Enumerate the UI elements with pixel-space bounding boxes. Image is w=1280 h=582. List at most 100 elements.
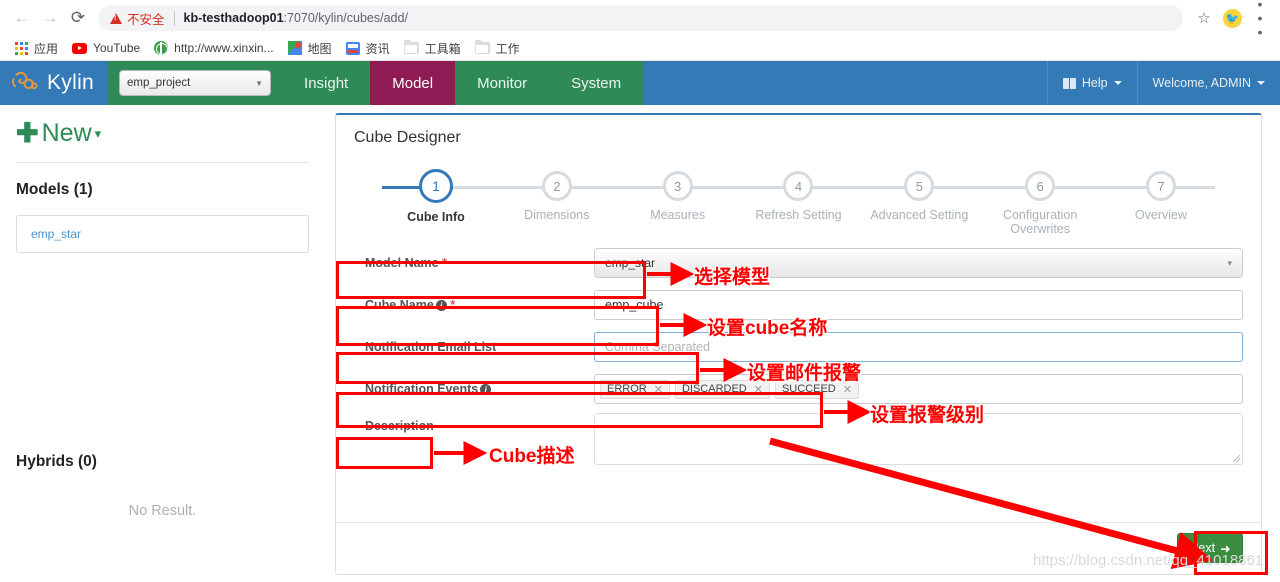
tag-error[interactable]: ERROR ✕ [600, 380, 670, 399]
bookmark-xinxin[interactable]: http://www.xinxin... [149, 39, 282, 57]
step-number: 6 [1025, 171, 1055, 201]
security-warning[interactable]: 不安全 [110, 9, 174, 28]
folder-icon [475, 42, 490, 54]
info-icon[interactable]: i [436, 300, 447, 311]
info-icon[interactable]: i [480, 384, 491, 395]
bookmark-label: http://www.xinxin... [174, 41, 273, 55]
step-cube-info[interactable]: 1 Cube Info [382, 163, 490, 236]
tab-insight[interactable]: Insight [282, 61, 370, 105]
help-label: Help [1082, 76, 1108, 90]
user-label: Welcome, ADMIN [1153, 76, 1251, 90]
bookmark-label: 地图 [308, 40, 332, 57]
navbar-right: Help Welcome, ADMIN [1047, 61, 1280, 105]
close-icon[interactable]: ✕ [754, 383, 763, 396]
description-textarea[interactable] [594, 413, 1243, 465]
brand[interactable]: Kylin [0, 61, 108, 105]
close-icon[interactable]: ✕ [654, 383, 663, 396]
step-label: Measures [624, 208, 732, 222]
tab-monitor[interactable]: Monitor [455, 61, 549, 105]
url-host: kb-testhadoop01 [184, 11, 284, 25]
step-overview[interactable]: 7 Overview [1107, 163, 1215, 236]
back-arrow-icon[interactable]: ← [8, 4, 36, 32]
help-menu[interactable]: Help [1047, 61, 1137, 105]
extension-icon[interactable]: 🐦 [1223, 9, 1242, 28]
no-result-text: No Result. [0, 503, 325, 519]
field-description: Description [354, 413, 1243, 471]
chevron-down-icon: ▾ [95, 126, 102, 142]
field-cube-name: Cube Namei * emp_cube [354, 287, 1243, 323]
step-number: 3 [663, 171, 693, 201]
tab-system[interactable]: System [549, 61, 643, 105]
step-measures[interactable]: 3 Measures [624, 163, 732, 236]
youtube-icon [72, 43, 87, 54]
field-notification-events: Notification Eventsi ERROR ✕ DISCARDED ✕ [354, 371, 1243, 407]
step-label: Cube Info [382, 210, 490, 224]
browser-toolbar: ← → ⟳ 不安全 kb-testhadoop01:7070/kylin/cub… [0, 0, 1280, 36]
warning-triangle-icon [110, 13, 122, 24]
plus-icon: ✚ [16, 120, 39, 147]
tag-discarded[interactable]: DISCARDED ✕ [675, 380, 770, 399]
step-number: 5 [904, 171, 934, 201]
apps-grid-icon [15, 42, 28, 55]
divider [16, 162, 309, 163]
bookmark-toolbox[interactable]: 工具箱 [399, 38, 470, 59]
project-selector-wrap: emp_project ▼ [108, 61, 282, 105]
list-item[interactable]: emp_star [16, 215, 309, 253]
reload-icon[interactable]: ⟳ [64, 4, 92, 32]
chevron-down-icon: ▾ [1227, 258, 1232, 269]
bookmarks-bar: 应用 YouTube http://www.xinxin... 地图 资讯 工具… [0, 36, 1280, 61]
field-model-name: Model Name * emp_star ▾ [354, 245, 1243, 281]
panel-footer: Next ➜ [336, 522, 1261, 574]
browser-menu-icon[interactable]: ••• [1248, 0, 1272, 39]
news-icon [346, 42, 360, 55]
notification-email-placeholder: Comma Separated [605, 340, 710, 354]
google-maps-icon [288, 41, 302, 55]
navbar-spacer [643, 61, 1047, 105]
next-button[interactable]: Next ➜ [1177, 533, 1243, 563]
description-label: Description [354, 413, 594, 433]
new-button[interactable]: ✚ New ▾ [16, 119, 309, 148]
step-advanced-setting[interactable]: 5 Advanced Setting [865, 163, 973, 236]
step-refresh-setting[interactable]: 4 Refresh Setting [744, 163, 852, 236]
step-dimensions[interactable]: 2 Dimensions [503, 163, 611, 236]
notification-events-tags[interactable]: ERROR ✕ DISCARDED ✕ SUCCEED ✕ [594, 374, 1243, 404]
close-icon[interactable]: ✕ [843, 383, 852, 396]
wizard-stepper: 1 Cube Info 2 Dimensions 3 Measures 4 Re… [382, 163, 1215, 235]
user-menu[interactable]: Welcome, ADMIN [1137, 61, 1280, 105]
next-label: Next [1189, 541, 1215, 555]
step-configuration-overwrites[interactable]: 6 Configuration Overwrites [986, 163, 1094, 236]
label-text: Model Name [365, 256, 439, 270]
tag-label: DISCARDED [682, 383, 747, 395]
bookmark-apps[interactable]: 应用 [10, 38, 67, 59]
url-text: kb-testhadoop01:7070/kylin/cubes/add/ [175, 11, 408, 25]
step-number: 2 [542, 171, 572, 201]
step-label: Refresh Setting [744, 208, 852, 222]
address-bar[interactable]: 不安全 kb-testhadoop01:7070/kylin/cubes/add… [98, 5, 1183, 31]
cube-name-value: emp_cube [605, 298, 663, 312]
tag-label: SUCCEED [782, 383, 836, 395]
step-number: 4 [783, 171, 813, 201]
bookmark-star-icon[interactable]: ☆ [1191, 9, 1217, 27]
tag-succeed[interactable]: SUCCEED ✕ [775, 380, 859, 399]
tag-label: ERROR [607, 383, 647, 395]
model-name-select[interactable]: emp_star ▾ [594, 248, 1243, 278]
bookmark-label: 工具箱 [425, 40, 461, 57]
bookmark-news[interactable]: 资讯 [341, 38, 399, 59]
notification-email-input[interactable]: Comma Separated [594, 332, 1243, 362]
bookmark-label: 资讯 [366, 40, 390, 57]
bookmark-work[interactable]: 工作 [470, 38, 529, 59]
model-name-value: emp_star [605, 256, 655, 270]
project-select[interactable]: emp_project ▼ [119, 70, 271, 96]
tab-model[interactable]: Model [370, 61, 455, 105]
brand-name: Kylin [47, 71, 94, 95]
model-name-label: Model Name * [354, 256, 594, 270]
label-text: Notification Events [365, 382, 478, 396]
notification-events-label: Notification Eventsi [354, 382, 594, 396]
required-asterisk: * [450, 298, 455, 312]
security-label: 不安全 [127, 9, 165, 28]
step-label: Advanced Setting [865, 208, 973, 222]
cube-name-input[interactable]: emp_cube [594, 290, 1243, 320]
forward-arrow-icon[interactable]: → [36, 4, 64, 32]
bookmark-youtube[interactable]: YouTube [67, 39, 149, 57]
bookmark-maps[interactable]: 地图 [283, 38, 341, 59]
